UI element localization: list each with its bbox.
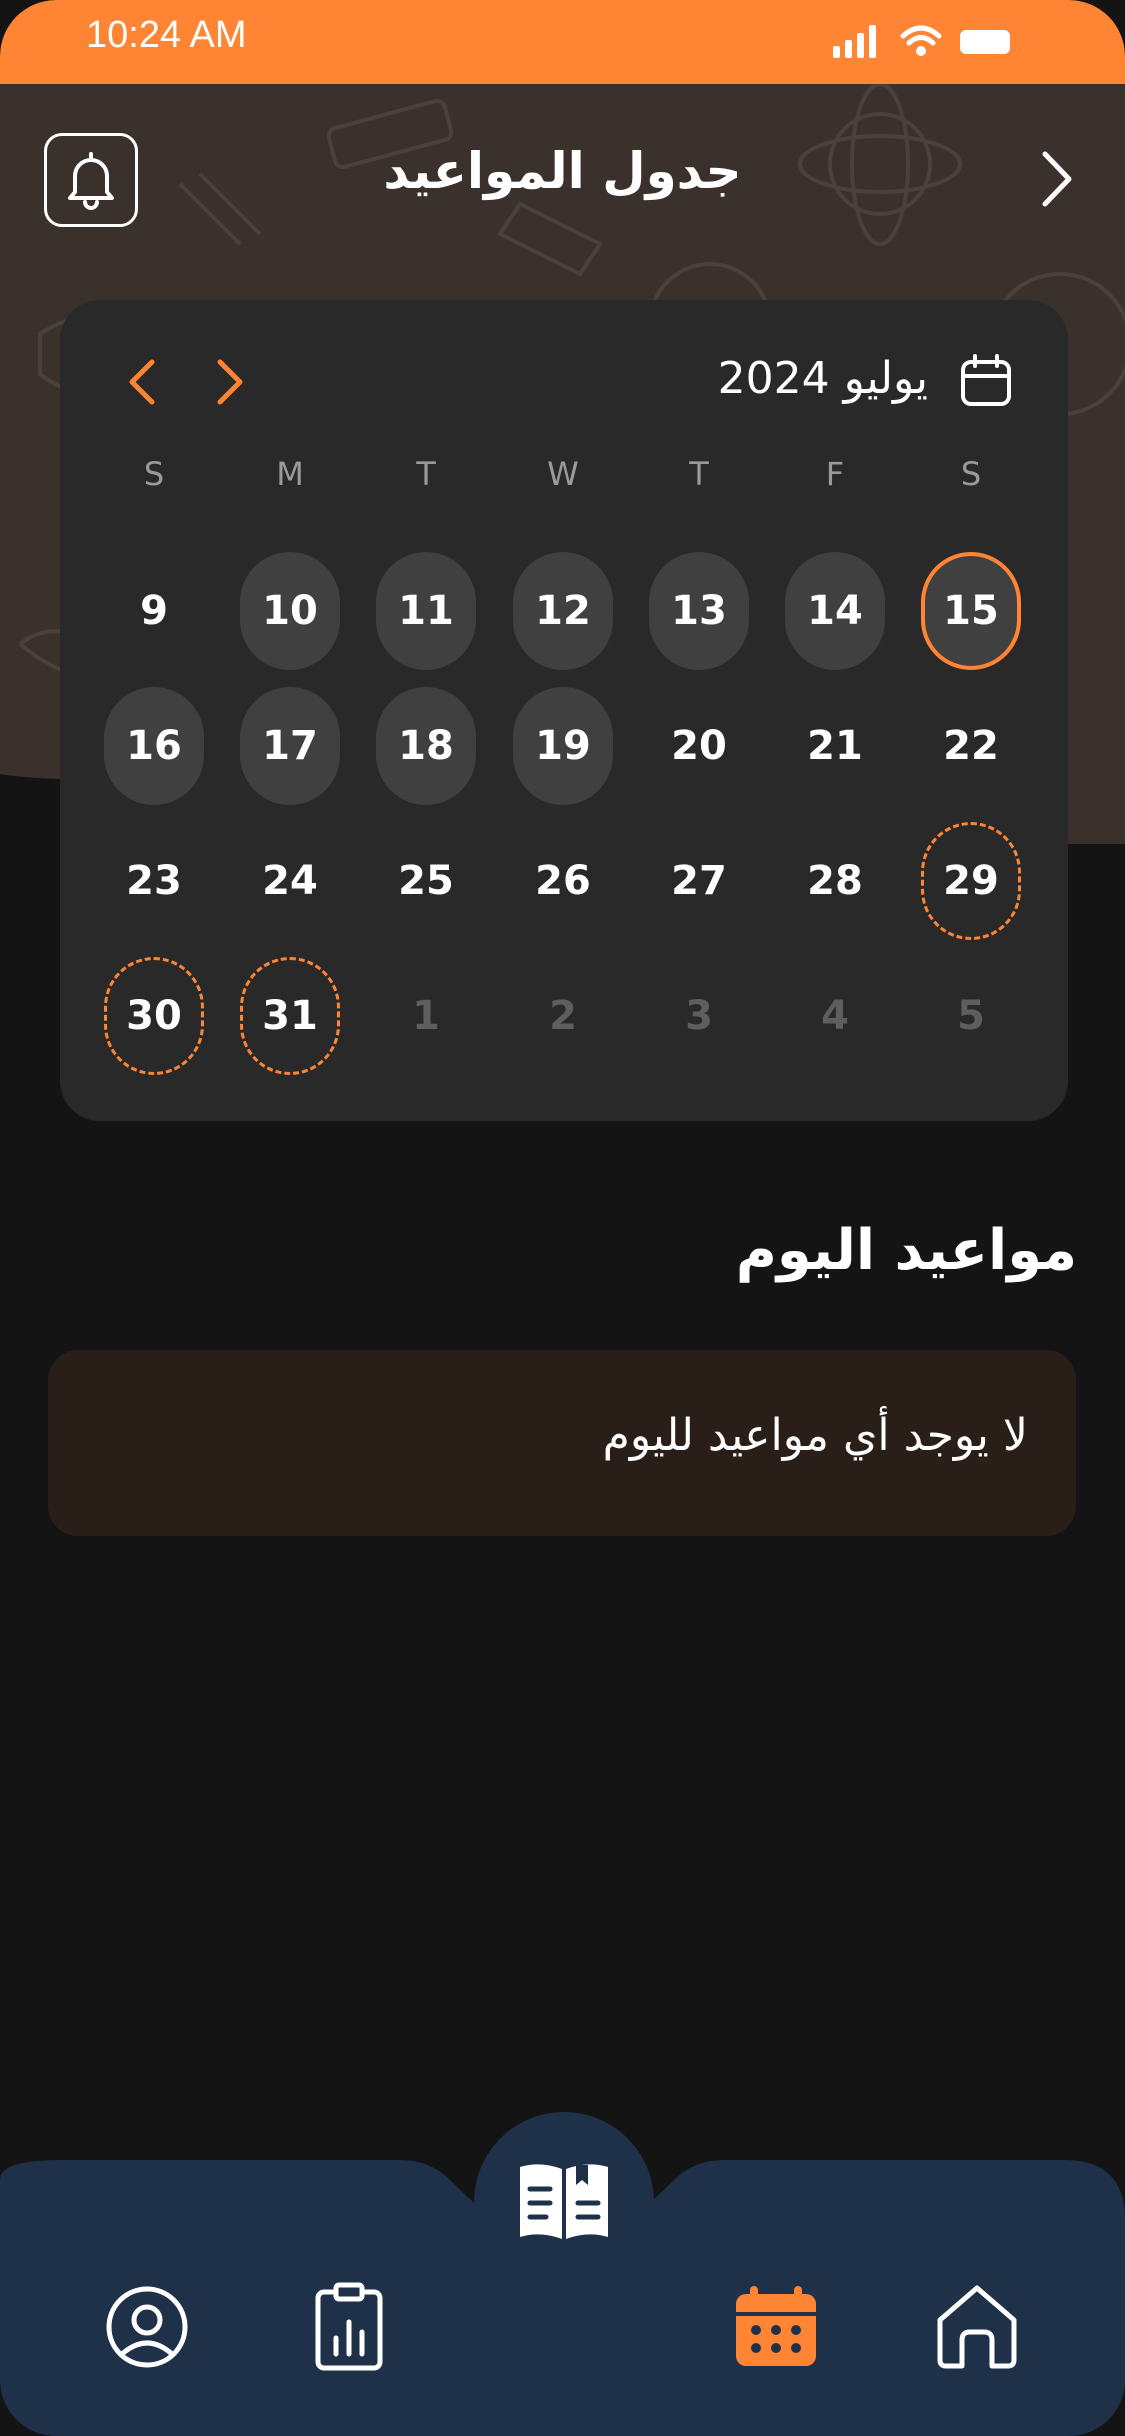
calendar-day[interactable]: 11 — [376, 552, 476, 670]
calendar-day[interactable]: 9 — [104, 552, 204, 670]
calendar-day[interactable]: 23 — [104, 822, 204, 940]
today-appointments-title: مواعيد اليوم — [735, 1218, 1077, 1283]
calendar-nav-icon[interactable] — [734, 2284, 818, 2368]
chevron-right-icon[interactable] — [1037, 148, 1077, 210]
weekday-label: S — [960, 455, 982, 493]
calendar-day-next-month[interactable]: 3 — [649, 957, 749, 1075]
page-title: جدول المواعيد — [383, 142, 742, 200]
notifications-button[interactable] — [44, 133, 138, 227]
calendar-day[interactable]: 16 — [104, 687, 204, 805]
bell-icon — [68, 152, 114, 210]
calendar-day[interactable]: 10 — [240, 552, 340, 670]
calendar-day[interactable]: 27 — [649, 822, 749, 940]
book-icon — [520, 2164, 608, 2239]
calendar-day[interactable]: 22 — [921, 687, 1021, 805]
month-label: يوليو 2024 — [717, 353, 928, 404]
calendar-icon — [961, 354, 1011, 406]
report-icon[interactable] — [314, 2282, 384, 2372]
calendar-day-next-month[interactable]: 2 — [513, 957, 613, 1075]
calendar-day-next-month[interactable]: 1 — [376, 957, 476, 1075]
calendar-day[interactable]: 19 — [513, 687, 613, 805]
calendar-day[interactable]: 29 — [921, 822, 1021, 940]
calendar-day[interactable]: 25 — [376, 822, 476, 940]
calendar-day-selected[interactable]: 15 — [921, 552, 1021, 670]
calendar-day[interactable]: 17 — [240, 687, 340, 805]
prev-month-button[interactable] — [124, 356, 160, 408]
weekday-label: M — [276, 455, 304, 493]
status-bar: 10:24 AM — [0, 0, 1125, 84]
calendar-day[interactable]: 24 — [240, 822, 340, 940]
calendar-day[interactable]: 12 — [513, 552, 613, 670]
next-month-button[interactable] — [212, 356, 248, 408]
weekday-label: T — [416, 455, 436, 493]
calendar-day[interactable]: 26 — [513, 822, 613, 940]
calendar-day[interactable]: 14 — [785, 552, 885, 670]
weekday-label: S — [143, 455, 165, 493]
calendar-day[interactable]: 20 — [649, 687, 749, 805]
home-icon[interactable] — [934, 2282, 1020, 2370]
app-screen: 10:24 AM جدول المواعيد يوليو 2024 S M T … — [0, 0, 1125, 2436]
book-button[interactable] — [474, 2112, 654, 2292]
calendar-day[interactable]: 13 — [649, 552, 749, 670]
calendar-day-next-month[interactable]: 4 — [785, 957, 885, 1075]
weekday-label: T — [689, 455, 709, 493]
calendar-day[interactable]: 21 — [785, 687, 885, 805]
calendar-day[interactable]: 18 — [376, 687, 476, 805]
calendar-day[interactable]: 31 — [240, 957, 340, 1075]
status-time: 10:24 AM — [86, 14, 247, 56]
status-icons — [833, 25, 1010, 58]
empty-state-text: لا يوجد أي مواعيد لليوم — [602, 1410, 1028, 1461]
calendar-day[interactable]: 28 — [785, 822, 885, 940]
weekday-label: F — [825, 455, 845, 493]
calendar-day[interactable]: 30 — [104, 957, 204, 1075]
empty-state-card: لا يوجد أي مواعيد لليوم — [48, 1350, 1076, 1536]
calendar-card: يوليو 2024 S M T W T F S 9 10 11 12 13 1… — [60, 300, 1068, 1121]
profile-icon[interactable] — [104, 2284, 190, 2370]
weekday-label: W — [547, 455, 579, 493]
calendar-day-next-month[interactable]: 5 — [921, 957, 1021, 1075]
